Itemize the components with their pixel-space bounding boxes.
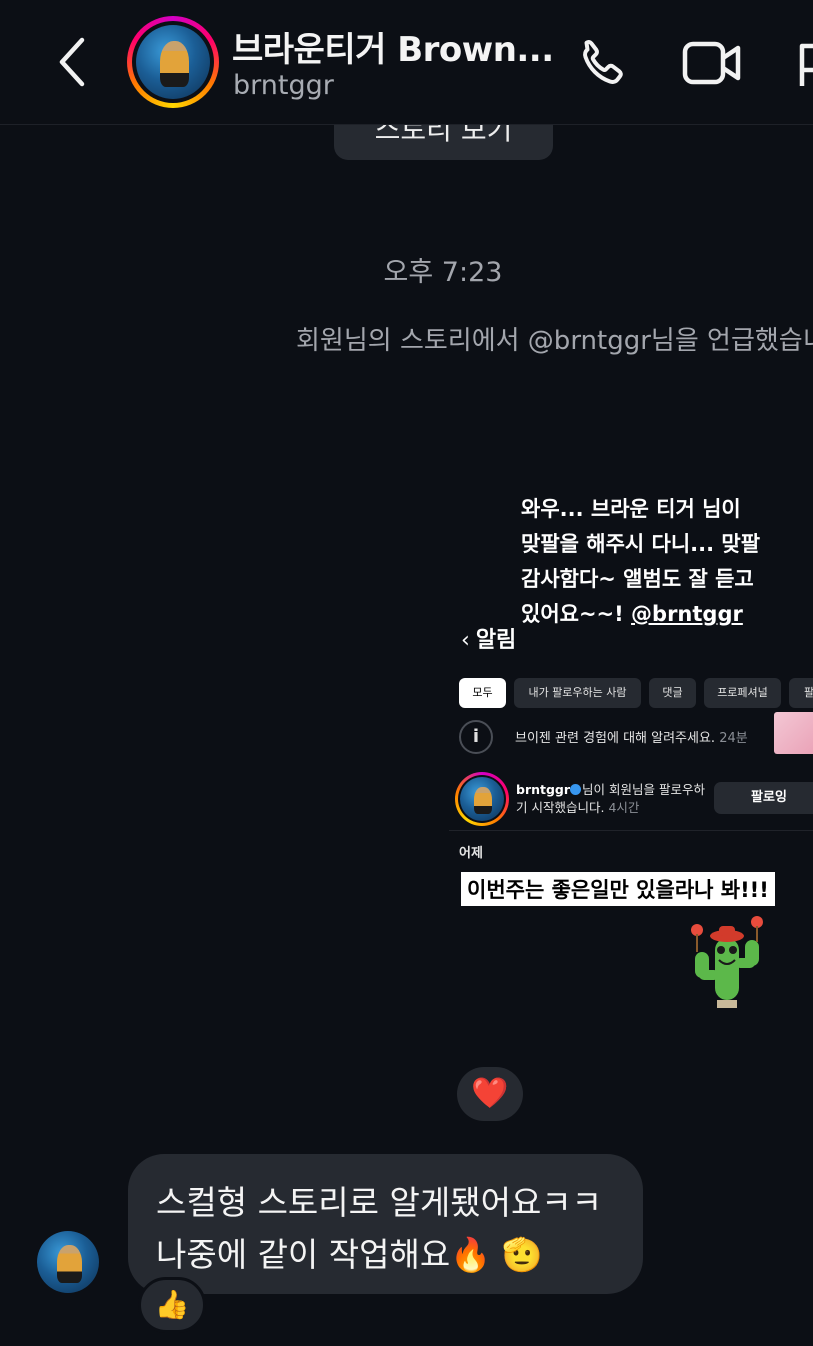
story-filter-comments: 댓글 (649, 678, 696, 708)
video-camera-icon (682, 41, 741, 85)
sender-avatar[interactable] (37, 1231, 99, 1293)
flag-button[interactable] (790, 36, 813, 92)
story-mention-notice: 회원님의 스토리에서 @brntggr님을 언급했습니다 (296, 326, 813, 356)
story-notifications-title: ‹ 알림 (461, 628, 517, 653)
info-icon: i (459, 720, 493, 754)
contact-avatar-image (136, 25, 210, 99)
story-filter-all: 모두 (459, 678, 506, 708)
cactus-sticker-icon (691, 916, 763, 1008)
back-button[interactable] (50, 34, 98, 90)
contact-name[interactable]: 브라운티거 Brown... (232, 22, 552, 71)
contact-avatar[interactable] (127, 16, 219, 108)
message-text-line-1: 스컬형 스토리로 알게됐어요ㅋㅋ (156, 1183, 603, 1222)
story-notification: brntggr 님이 회원님을 팔로우하기 시작했습니다. 4시간 팔로잉 (455, 772, 813, 826)
message-bubble[interactable]: 스컬형 스토리로 알게됐어요ㅋㅋ 나중에 같이 작업해요🔥 🫡 (128, 1154, 643, 1294)
story-caption-mention: @brntggr (631, 602, 743, 626)
flag-icon (799, 43, 813, 86)
story-section-label: 어제 (459, 846, 483, 861)
notification-thumbnail (774, 712, 813, 754)
story-notification: i 브이젠 관련 경험에 대해 알려주세요. 24분 (459, 712, 813, 758)
phone-icon (583, 39, 623, 84)
chat-header: 브라운티거 Brown... brntggr (0, 0, 813, 125)
story-filter-following: 내가 팔로우하는 사람 (514, 678, 641, 708)
story-filter-professional: 프로페셔널 (704, 678, 781, 708)
story-filter-more: 팔 (789, 678, 813, 708)
shared-story-preview[interactable]: 와우... 브라운 티거 님이 맞팔을 해주시 다니... 맞팔 감사함다~ 앨… (449, 480, 813, 1040)
following-button: 팔로잉 (714, 782, 813, 814)
message-timestamp: 오후 7:23 (383, 257, 503, 288)
verified-badge-icon (570, 784, 582, 795)
contact-username[interactable]: brntggr (233, 70, 334, 101)
chevron-left-icon (59, 37, 85, 87)
video-call-button[interactable] (680, 36, 744, 92)
story-caption: 와우... 브라운 티거 님이 맞팔을 해주시 다니... 맞팔 감사함다~ 앨… (521, 492, 791, 632)
avatar (455, 772, 509, 826)
message-text-line-2: 나중에 같이 작업해요🔥 🫡 (156, 1235, 543, 1274)
story-text-sticker: 이번주는 좋은일만 있을라나 봐!!! (461, 872, 775, 906)
message-reaction-thumbs-up[interactable]: 👍 (138, 1277, 206, 1333)
chevron-left-icon: ‹ (461, 628, 470, 653)
audio-call-button[interactable] (570, 34, 630, 94)
divider (449, 830, 813, 831)
story-reaction-heart[interactable]: ❤️ (457, 1067, 523, 1121)
